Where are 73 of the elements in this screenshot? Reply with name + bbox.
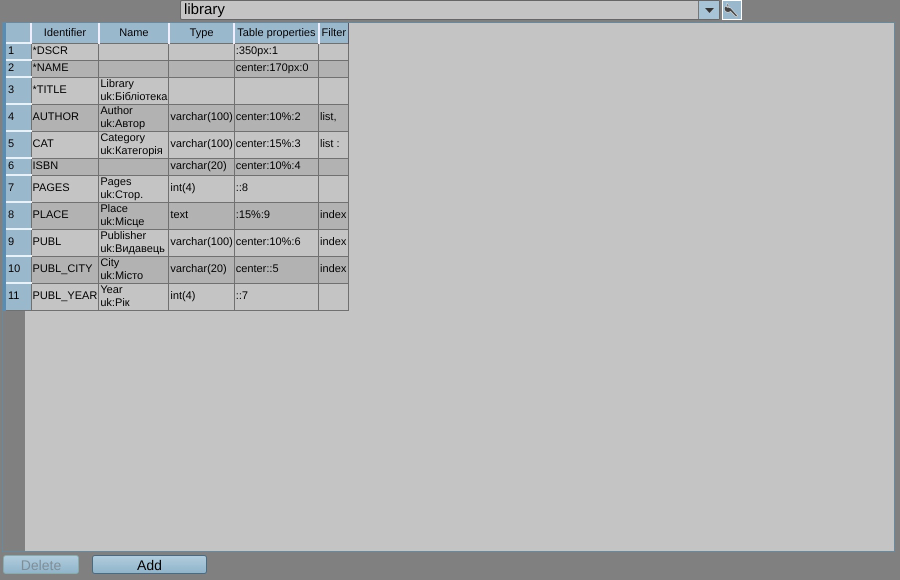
table-cell: [168, 77, 234, 104]
table-cell: [318, 60, 348, 77]
row-number[interactable]: 5: [4, 131, 31, 158]
row-number[interactable]: 7: [4, 175, 31, 202]
table-cell: Publisher uk:Видавець: [98, 229, 169, 256]
table-cell: PUBL_YEAR: [31, 283, 99, 310]
table-cell: PAGES: [31, 175, 99, 202]
table-cell: [318, 283, 348, 310]
table-cell: center::5: [234, 256, 319, 283]
table-cell: list,: [318, 104, 348, 131]
table-cell: center:10%:4: [234, 158, 319, 175]
wrench-icon[interactable]: [722, 0, 742, 20]
table-cell: Library uk:Бібліотека: [98, 77, 169, 104]
table-cell: :15%:9: [234, 202, 319, 229]
column-header[interactable]: Type: [168, 23, 234, 43]
table-cell: varchar(100): [168, 131, 234, 158]
row-number[interactable]: 4: [4, 104, 31, 131]
column-header[interactable]: Identifier: [31, 23, 99, 43]
table-cell: center:10%:6: [234, 229, 319, 256]
row-number[interactable]: 9: [4, 229, 31, 256]
table-cell: [168, 43, 234, 60]
column-header[interactable]: Name: [98, 23, 169, 43]
table-cell: PUBL_CITY: [31, 256, 99, 283]
table-cell: [98, 60, 169, 77]
table-cell: City uk:Місто: [98, 256, 169, 283]
table-cell: center:15%:3: [234, 131, 319, 158]
table-cell: varchar(100): [168, 104, 234, 131]
table-cell: int(4): [168, 283, 234, 310]
table-cell: Pages uk:Стор.: [98, 175, 169, 202]
table-cell: [168, 60, 234, 77]
table-cell: index: [318, 229, 348, 256]
table-cell: index: [318, 202, 348, 229]
table-cell: [318, 43, 348, 60]
table-cell: [318, 175, 348, 202]
table-cell: [318, 77, 348, 104]
table-cell: PLACE: [31, 202, 99, 229]
table-cell: ::8: [234, 175, 319, 202]
row-number[interactable]: 8: [4, 202, 31, 229]
row-number[interactable]: 1: [4, 43, 31, 60]
table-cell: [318, 158, 348, 175]
table-cell: int(4): [168, 175, 234, 202]
row-number[interactable]: 11: [4, 283, 31, 310]
table-cell: center:170px:0: [234, 60, 319, 77]
table-cell: ::7: [234, 283, 319, 310]
table-cell: *NAME: [31, 60, 99, 77]
row-number[interactable]: 2: [4, 60, 31, 77]
row-number[interactable]: 10: [4, 256, 31, 283]
table-cell: [98, 43, 169, 60]
table-cell: Year uk:Рік: [98, 283, 169, 310]
table-cell: AUTHOR: [31, 104, 99, 131]
row-number[interactable]: 3: [4, 77, 31, 104]
table-cell: *DSCR: [31, 43, 99, 60]
table-cell: :350px:1: [234, 43, 319, 60]
column-header[interactable]: Filter: [318, 23, 348, 43]
table-cell: [98, 158, 169, 175]
table-cell: *TITLE: [31, 77, 99, 104]
table-cell: ISBN: [31, 158, 99, 175]
table-cell: varchar(100): [168, 229, 234, 256]
add-button[interactable]: Add: [92, 555, 207, 574]
table-cell: CAT: [31, 131, 99, 158]
table-cell: center:10%:2: [234, 104, 319, 131]
table-cell: text: [168, 202, 234, 229]
table-cell: Category uk:Категорія: [98, 131, 169, 158]
table-selector[interactable]: library: [180, 0, 720, 20]
table-cell: Place uk:Місце: [98, 202, 169, 229]
column-header[interactable]: Table properties: [234, 23, 319, 43]
table-cell: varchar(20): [168, 256, 234, 283]
table-cell: varchar(20): [168, 158, 234, 175]
table-cell: Author uk:Автор: [98, 104, 169, 131]
table-cell: PUBL: [31, 229, 99, 256]
table-cell: list :: [318, 131, 348, 158]
row-number[interactable]: 6: [4, 158, 31, 175]
table-cell: index: [318, 256, 348, 283]
